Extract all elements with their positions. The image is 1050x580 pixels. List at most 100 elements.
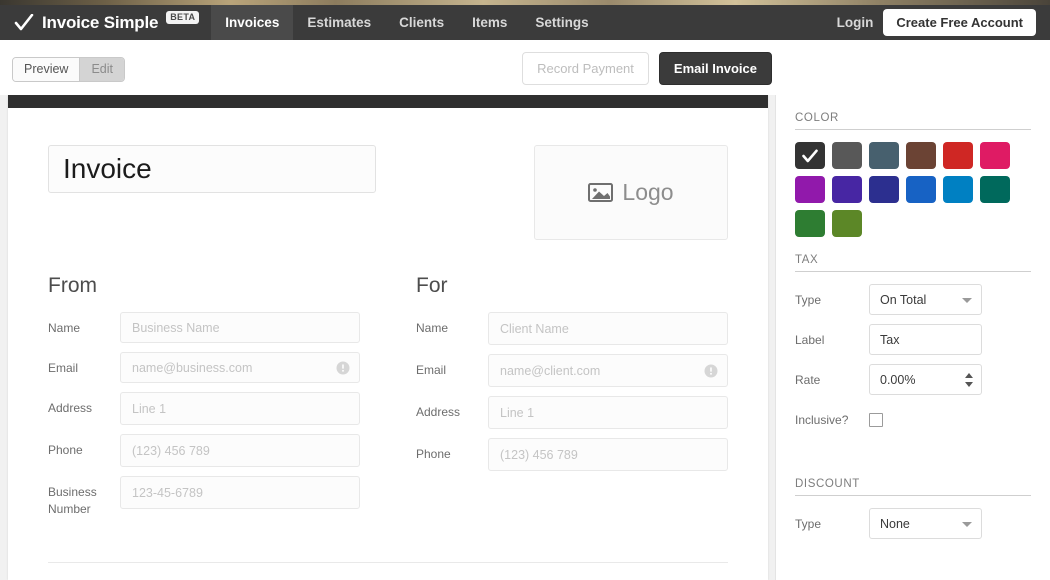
from-email-label: Email [48,361,79,375]
for-name-input[interactable]: Client Name [488,312,728,345]
for-section: For Name Client Name Email name@client.c… [416,274,728,528]
color-swatch-4[interactable] [943,142,973,169]
info-icon [336,361,350,374]
color-swatch-8[interactable] [869,176,899,203]
for-address-input[interactable]: Line 1 [488,396,728,429]
tax-rate-label: Rate [795,372,821,387]
discount-section-title: DISCOUNT [795,478,860,490]
from-phone-label: Phone [48,443,83,457]
nav-links: Invoices Estimates Clients Items Setting… [211,5,602,40]
tax-label-input[interactable]: Tax [869,324,982,355]
color-section-rule [795,129,1031,130]
color-swatch-grid [795,142,1031,237]
color-swatch-1[interactable] [832,142,862,169]
from-business-number-row: Business Number 123-45-6789 [48,476,360,519]
check-icon [802,149,818,162]
brand-name: Invoice Simple [42,12,159,32]
color-section-title: COLOR [795,112,839,124]
party-columns: From Name Business Name Email name@busin… [48,274,728,528]
toolbar-actions: Record Payment Email Invoice [522,52,772,85]
editor-toolbar: Preview Edit Record Payment Email Invoic… [0,40,1050,95]
invoice-title-row: Invoice Logo [48,145,728,240]
preview-edit-toggle: Preview Edit [12,57,126,82]
image-icon [588,183,614,202]
tax-section-title: TAX [795,254,819,266]
color-swatch-13[interactable] [832,210,862,237]
color-swatch-2[interactable] [869,142,899,169]
info-icon [704,364,718,377]
tax-inclusive-label: Inclusive? [795,412,849,427]
navbar-right-actions: Login Create Free Account [837,5,1050,40]
section-divider [48,561,728,563]
tax-type-row: Type On Total [795,284,1031,315]
create-free-account-button[interactable]: Create Free Account [883,9,1036,36]
color-swatch-5[interactable] [980,142,1010,169]
for-email-row: Email name@client.com [416,354,728,387]
for-phone-row: Phone (123) 456 789 [416,438,728,471]
for-heading: For [416,274,448,297]
from-address-row: Address Line 1 [48,392,360,425]
color-swatch-0[interactable] [795,142,825,169]
tax-rate-value: 0.00% [880,372,916,387]
for-email-input[interactable]: name@client.com [488,354,728,387]
logo-upload-area[interactable]: Logo [534,145,728,240]
nav-link-items[interactable]: Items [458,5,521,40]
tab-edit[interactable]: Edit [79,58,125,81]
record-payment-button[interactable]: Record Payment [522,52,649,85]
caret-up-icon[interactable] [965,372,973,378]
nav-link-settings[interactable]: Settings [521,5,602,40]
from-phone-row: Phone (123) 456 789 [48,434,360,467]
from-name-row: Name Business Name [48,312,360,343]
color-swatch-7[interactable] [832,176,862,203]
from-name-label: Name [48,321,81,335]
tax-inclusive-checkbox[interactable] [869,412,883,427]
from-email-placeholder: name@business.com [132,360,253,375]
discount-section-rule [795,495,1031,496]
nav-link-clients[interactable]: Clients [385,5,458,40]
brand-logo[interactable]: Invoice Simple BETA [0,5,211,40]
nav-link-invoices[interactable]: Invoices [211,5,294,40]
discount-type-select[interactable]: None [869,508,982,539]
login-link[interactable]: Login [837,15,874,30]
from-business-number-input[interactable]: 123-45-6789 [120,476,360,509]
tax-rate-stepper[interactable]: 0.00% [869,364,982,395]
invoice-canvas: Invoice Logo From Name Business Name Ema… [0,95,775,580]
color-swatch-9[interactable] [906,176,936,203]
tax-section-rule [795,271,1031,272]
color-swatch-10[interactable] [943,176,973,203]
color-swatch-12[interactable] [795,210,825,237]
discount-type-row: Type None [795,508,1031,539]
discount-type-label: Type [795,516,822,531]
app-root: Invoice Simple BETA Invoices Estimates C… [0,0,1050,580]
settings-sidebar: COLOR TAX Type On Total Label Tax Rate 0… [775,95,1050,580]
for-email-label: Email [416,363,447,377]
for-phone-input[interactable]: (123) 456 789 [488,438,728,471]
from-phone-input[interactable]: (123) 456 789 [120,434,360,467]
tax-type-label: Type [795,292,822,307]
from-name-input[interactable]: Business Name [120,312,360,343]
caret-down-icon[interactable] [965,381,973,387]
tax-type-value: On Total [880,292,927,307]
from-heading: From [48,274,97,297]
invoice-body: Invoice Logo From Name Business Name Ema… [8,108,768,580]
from-address-label: Address [48,401,93,415]
color-swatch-11[interactable] [980,176,1010,203]
for-address-row: Address Line 1 [416,396,728,429]
color-swatch-3[interactable] [906,142,936,169]
for-name-label: Name [416,321,449,335]
nav-link-estimates[interactable]: Estimates [293,5,385,40]
tax-rate-row: Rate 0.00% [795,364,1031,395]
discount-type-value: None [880,516,910,531]
color-swatch-6[interactable] [795,176,825,203]
tax-type-select[interactable]: On Total [869,284,982,315]
invoice-title-input[interactable]: Invoice [48,145,376,193]
from-email-input[interactable]: name@business.com [120,352,360,383]
email-invoice-button[interactable]: Email Invoice [658,52,772,85]
tab-preview[interactable]: Preview [13,58,80,81]
from-business-number-label: Business Number [48,485,97,517]
from-address-input[interactable]: Line 1 [120,392,360,425]
stepper-arrows[interactable] [965,372,973,387]
invoice-accent-bar [8,95,768,108]
